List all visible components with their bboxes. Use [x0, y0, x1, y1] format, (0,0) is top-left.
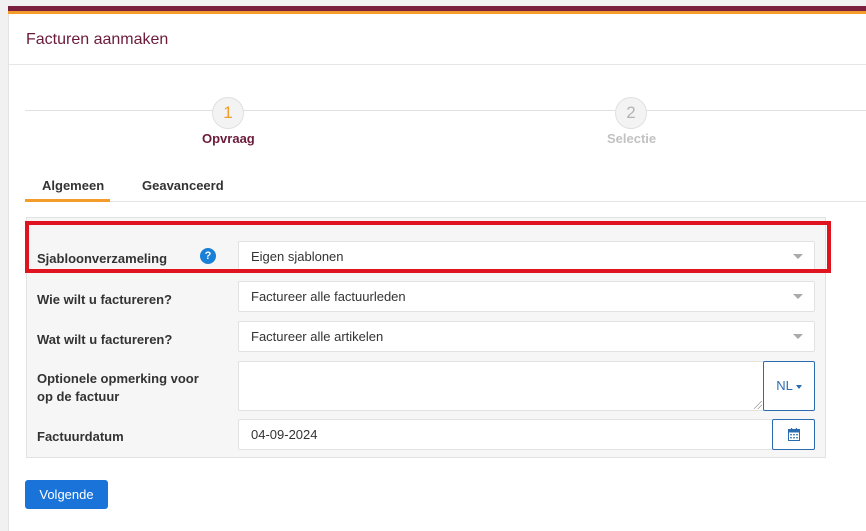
calendar-button[interactable] — [772, 419, 815, 450]
who-label: Wie wilt u factureren? — [37, 292, 172, 307]
what-select[interactable]: Factureer alle artikelen — [238, 321, 815, 352]
what-label: Wat wilt u factureren? — [37, 332, 173, 347]
what-value: Factureer alle artikelen — [251, 329, 384, 344]
calendar-icon — [788, 428, 800, 441]
invoice-date-value: 04-09-2024 — [251, 427, 318, 442]
remark-label: Optionele opmerking voor op de factuur — [37, 371, 199, 404]
language-value: NL — [776, 378, 793, 393]
wizard-step-2-circle[interactable]: 2 — [615, 97, 647, 129]
tab-bar: Algemeen Geavanceerd — [25, 174, 866, 202]
invoice-date-input[interactable]: 04-09-2024 — [238, 419, 773, 450]
chevron-down-icon — [793, 294, 803, 299]
invoice-date-label: Factuurdatum — [37, 429, 124, 444]
wizard-progress-line — [25, 110, 866, 111]
tab-geavanceerd[interactable]: Geavanceerd — [142, 178, 224, 202]
chevron-down-icon — [793, 334, 803, 339]
title-divider — [9, 64, 866, 65]
page-title: Facturen aanmaken — [26, 31, 169, 48]
language-dropdown-button[interactable]: NL — [763, 361, 815, 411]
who-select[interactable]: Factureer alle factuurleden — [238, 281, 815, 312]
wizard-step-1-label: Opvraag — [202, 131, 255, 146]
tab-algemeen[interactable]: Algemeen — [25, 178, 110, 202]
next-button[interactable]: Volgende — [25, 480, 108, 509]
highlight-annotation-box — [25, 221, 831, 273]
who-value: Factureer alle factuurleden — [251, 289, 406, 304]
caret-down-icon — [795, 384, 802, 389]
resize-handle-icon[interactable] — [754, 401, 762, 409]
remark-textarea[interactable] — [238, 361, 764, 411]
wizard-step-2-label: Selectie — [607, 131, 657, 146]
wizard-step-1-circle[interactable]: 1 — [212, 97, 244, 129]
